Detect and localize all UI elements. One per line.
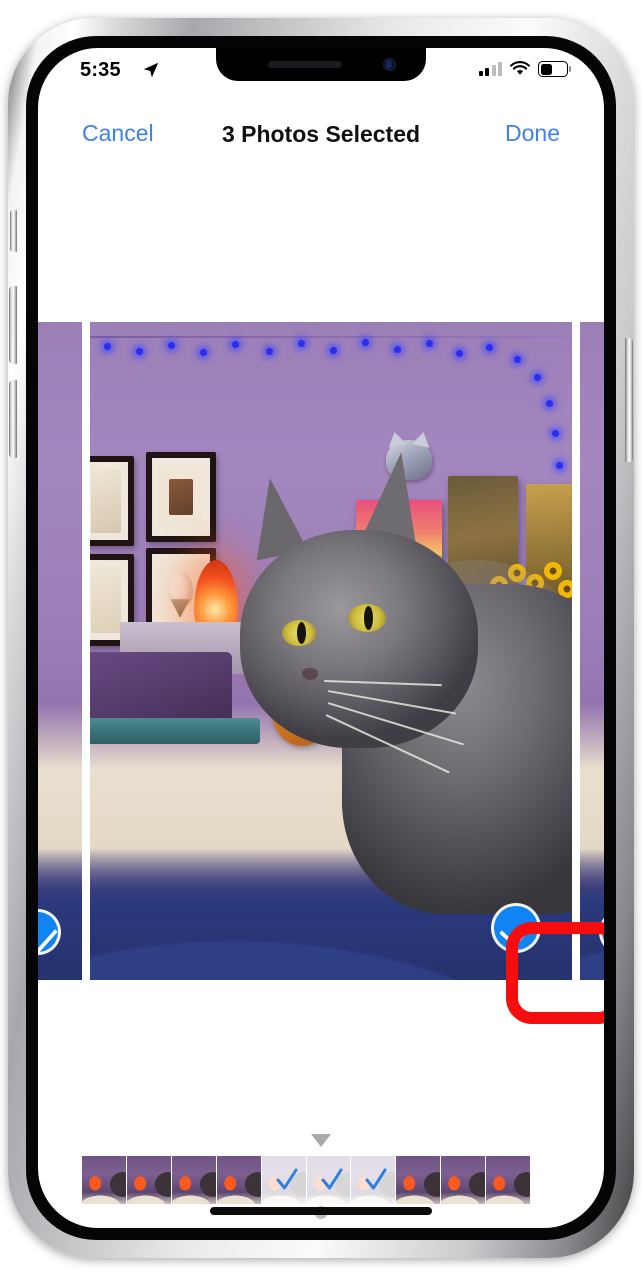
carousel-photo-current[interactable]: [90, 322, 572, 980]
check-icon: [365, 1168, 387, 1190]
phone-frame: 5:35 Cancel 3 Photos Selected Done: [8, 18, 634, 1258]
check-icon: [321, 1168, 343, 1190]
carousel-photo-previous[interactable]: [38, 322, 82, 980]
location-arrow-icon: [143, 62, 159, 78]
status-icons: [478, 61, 571, 77]
filmstrip-thumbnail[interactable]: [82, 1156, 127, 1204]
cellular-signal-icon: [478, 62, 502, 76]
check-icon: [276, 1168, 298, 1190]
home-indicator[interactable]: [210, 1207, 432, 1215]
filmstrip-thumbnail[interactable]: [396, 1156, 442, 1204]
navigation-bar: Cancel 3 Photos Selected Done: [38, 106, 604, 168]
photo-carousel[interactable]: [38, 322, 604, 980]
wifi-icon: [510, 61, 530, 75]
string-lights: [90, 330, 572, 501]
wall-frame: [90, 456, 134, 546]
screenshot-root: 5:35 Cancel 3 Photos Selected Done: [0, 0, 642, 1274]
wall-frame: [146, 452, 216, 542]
filmstrip-thumbnail[interactable]: [126, 1156, 172, 1204]
filmstrip-thumbnail-selected[interactable]: [261, 1156, 307, 1204]
carousel-photo-next[interactable]: [580, 322, 604, 980]
filmstrip-thumbnail[interactable]: [171, 1156, 217, 1204]
status-time: 5:35: [80, 59, 121, 81]
photo-image: [580, 322, 604, 980]
notch: [216, 48, 426, 81]
teal-blanket: [90, 718, 260, 744]
phone-screen: 5:35 Cancel 3 Photos Selected Done: [38, 48, 604, 1228]
phone-bezel: 5:35 Cancel 3 Photos Selected Done: [26, 36, 616, 1240]
done-button[interactable]: Done: [505, 120, 560, 147]
volume-up-button[interactable]: [9, 286, 17, 364]
filmstrip-thumbnail-selected[interactable]: [351, 1156, 397, 1204]
front-camera-icon: [383, 58, 396, 71]
volume-down-button[interactable]: [9, 380, 17, 458]
filmstrip-thumbnail-selected[interactable]: [306, 1156, 352, 1204]
earpiece-speaker-icon: [268, 61, 342, 68]
battery-icon: [538, 61, 571, 77]
power-button[interactable]: [625, 338, 633, 462]
photo-image: [90, 322, 572, 980]
filmstrip[interactable]: [82, 1156, 531, 1204]
annotation-highlight-box: [506, 922, 604, 1024]
mute-switch-button[interactable]: [10, 210, 17, 252]
filmstrip-thumbnail[interactable]: [441, 1156, 487, 1204]
photo-image: [38, 322, 82, 980]
filmstrip-thumbnail[interactable]: [216, 1156, 262, 1204]
filmstrip-thumbnail[interactable]: [486, 1156, 531, 1204]
triangle-down-icon: [311, 1134, 331, 1147]
